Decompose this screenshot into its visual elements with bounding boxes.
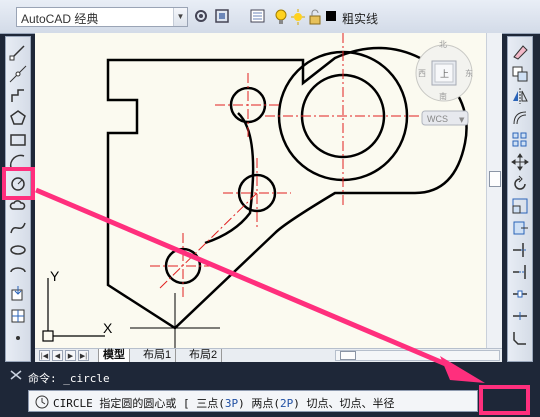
modify-toolbar: [507, 36, 533, 362]
viewcube-north: 北: [439, 40, 447, 49]
viewcube-south: 南: [439, 91, 447, 101]
lightbulb-icon: [275, 9, 287, 24]
option-3p[interactable]: 三点(3P): [196, 397, 245, 410]
offset-icon[interactable]: [511, 109, 529, 127]
layer-properties-icon[interactable]: [250, 8, 266, 24]
command-window-close-icon[interactable]: [7, 368, 25, 382]
option-ttr[interactable]: 切点、切点、半径: [306, 397, 394, 410]
vertical-scroll-thumb[interactable]: [489, 171, 501, 187]
rotate-icon[interactable]: [511, 175, 529, 193]
prompt-prefix: CIRCLE 指定圆的圆心或 [: [53, 397, 190, 410]
command-history: 命令: _circle: [28, 372, 110, 385]
prev-tab-button[interactable]: ◀: [52, 350, 63, 361]
layer-control[interactable]: 粗实线: [270, 7, 510, 27]
ucs-y-label: Y: [50, 268, 60, 284]
viewcube-face-label: 上: [440, 69, 449, 80]
ellipse-icon[interactable]: [9, 241, 27, 259]
command-line-input[interactable]: CIRCLE 指定圆的圆心或 [ 三点(3P) 两点(2P) 切点、切点、半径: [28, 390, 478, 412]
gear-icon[interactable]: [193, 8, 209, 24]
top-toolbar: AutoCAD 经典 ▼ 粗实线: [0, 0, 540, 34]
ucs-x-label: X: [103, 320, 113, 336]
horizontal-scroll-thumb[interactable]: [340, 351, 356, 360]
ellipse-arc-icon[interactable]: [9, 263, 27, 281]
crosshair-cursor: [130, 293, 220, 348]
point-icon[interactable]: [9, 329, 27, 347]
layer-color-swatch: [326, 11, 336, 21]
next-tab-button[interactable]: ▶: [65, 350, 76, 361]
horizontal-scrollbar[interactable]: [335, 350, 500, 361]
spline-icon[interactable]: [9, 219, 27, 237]
circle-icon[interactable]: [9, 175, 27, 193]
extend-icon[interactable]: [511, 263, 529, 281]
polygon-icon[interactable]: [9, 109, 27, 127]
drawing-svg: Y X 上 北 南 西 东 WCS ▼: [42, 33, 473, 348]
tab-layout2[interactable]: 布局2: [185, 349, 223, 362]
tab-model[interactable]: 模型: [98, 349, 130, 362]
wcs-label: WCS: [427, 114, 448, 124]
tab-layout1[interactable]: 布局1: [139, 349, 177, 362]
polyline-icon[interactable]: [9, 87, 27, 105]
option-2p[interactable]: 两点(2P): [251, 397, 300, 410]
command-prompt: CIRCLE 指定圆的圆心或 [ 三点(3P) 两点(2P) 切点、切点、半径: [53, 395, 394, 411]
viewcube[interactable]: 上 北 南 西 东 WCS ▼: [415, 40, 473, 126]
erase-icon[interactable]: [511, 43, 529, 61]
rectangle-icon[interactable]: [9, 131, 27, 149]
workspace-settings-icon[interactable]: [214, 8, 230, 24]
array-icon[interactable]: [511, 131, 529, 149]
draw-toolbar: [5, 36, 31, 362]
stretch-icon[interactable]: [511, 219, 529, 237]
arc-icon[interactable]: [9, 153, 27, 171]
move-icon[interactable]: [511, 153, 529, 171]
mirror-icon[interactable]: [511, 87, 529, 105]
chevron-down-icon: ▼: [173, 8, 187, 26]
copy-icon[interactable]: [511, 65, 529, 83]
last-tab-button[interactable]: ▶|: [78, 350, 89, 361]
chamfer-icon[interactable]: [511, 329, 529, 347]
workspace-label: AutoCAD 经典: [21, 12, 99, 26]
sun-freeze-icon: [291, 9, 305, 25]
revision-cloud-icon[interactable]: [9, 197, 27, 215]
drawing-area[interactable]: Y X 上 北 南 西 东 WCS ▼: [35, 33, 487, 348]
vertical-scrollbar[interactable]: [486, 33, 502, 348]
join-icon[interactable]: [511, 307, 529, 325]
workspace-dropdown[interactable]: AutoCAD 经典 ▼: [16, 7, 188, 27]
layout-tab-bar: |◀ ◀ ▶ ▶| 模型 布局1 布局2: [35, 348, 502, 362]
first-tab-button[interactable]: |◀: [39, 350, 50, 361]
scale-icon[interactable]: [511, 197, 529, 215]
make-block-icon[interactable]: [9, 307, 27, 325]
wcs-chevron-icon: ▼: [459, 116, 465, 124]
trim-icon[interactable]: [511, 241, 529, 259]
construction-line-icon[interactable]: [9, 65, 27, 83]
viewcube-east: 东: [465, 68, 473, 78]
unlock-icon: [309, 9, 321, 25]
highlight-command-area: [479, 385, 530, 415]
current-layer-name: 粗实线: [342, 12, 379, 26]
break-icon[interactable]: [511, 285, 529, 303]
ucs-icon: [42, 278, 105, 342]
recent-commands-icon[interactable]: [35, 395, 49, 409]
line-icon[interactable]: [9, 43, 27, 61]
viewcube-west: 西: [418, 69, 426, 78]
insert-block-icon[interactable]: [9, 285, 27, 303]
